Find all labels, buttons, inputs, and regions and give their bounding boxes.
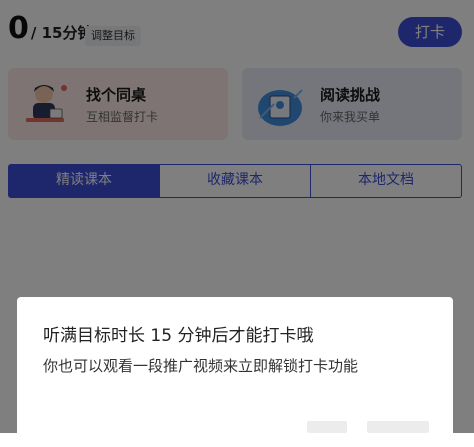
dialog-action-button[interactable] (367, 421, 429, 433)
checkin-locked-dialog: 听满目标时长 15 分钟后才能打卡哦 你也可以观看一段推广视频来立即解锁打卡功能 (17, 297, 453, 447)
dialog-message: 听满目标时长 15 分钟后才能打卡哦 (43, 326, 314, 346)
dialog-hint: 你也可以观看一段推广视频来立即解锁打卡功能 (43, 357, 359, 375)
dialog-action-button[interactable] (307, 421, 347, 433)
